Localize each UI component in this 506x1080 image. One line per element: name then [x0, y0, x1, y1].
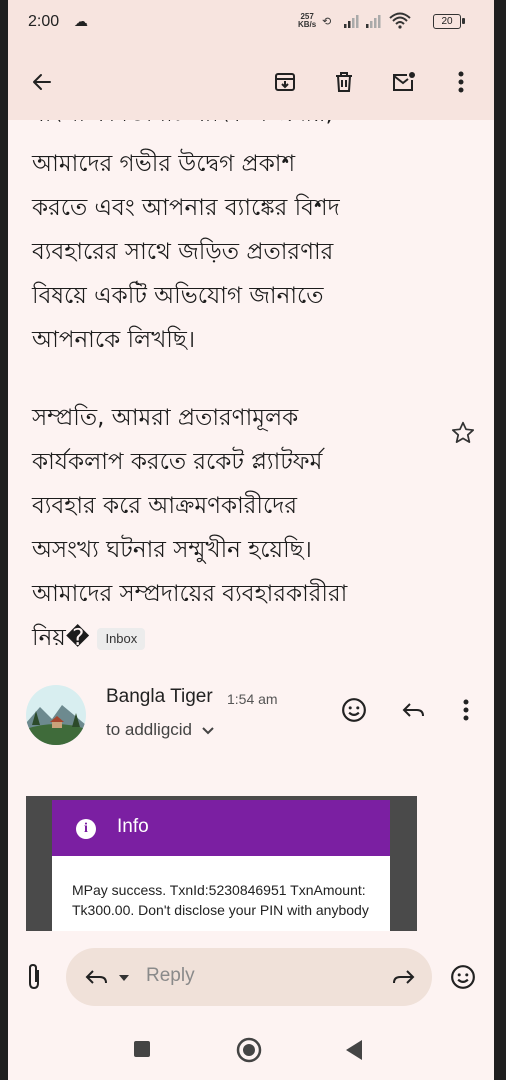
sender-name: Bangla Tiger: [106, 686, 213, 707]
text-line: অসংখ্য ঘটনার সম্মুখীন হয়েছি।: [32, 537, 312, 563]
text-line: করতে এবং আপনার ব্যাঙ্কের বিশদ: [32, 195, 340, 221]
recents-button[interactable]: [133, 1040, 151, 1062]
text-line: কার্যকলাপ করতে রকেট প্ল্যাটফর্ম: [32, 449, 323, 475]
text-line: সম্প্রতি, আমরা প্রতারণামূলক: [32, 405, 299, 431]
more-options-button[interactable]: [439, 60, 483, 104]
email-body: বাংলা কমিউনিটি ব্যাংক সম্প্রদায়, আমাদের…: [8, 120, 494, 690]
delete-icon: [336, 72, 352, 92]
text-line: ব্যবহারের সাথে জড়িত প্রতারণার: [32, 239, 334, 265]
more-vert-icon: [463, 699, 469, 721]
email-toolbar: [8, 46, 494, 120]
signal-wifi-icons: ⟲: [322, 12, 411, 29]
home-button[interactable]: [236, 1037, 262, 1067]
back-nav-button[interactable]: [344, 1039, 364, 1065]
chevron-down-icon: [202, 726, 214, 734]
info-header-label: Info: [117, 816, 149, 837]
phone-screen: 2:00 ☁ 257 KB/s ⟲ 20 আমাদের গভীর উদ্বেগ …: [8, 0, 494, 1080]
clipped-text-line: বাংলা কমিউনিটি ব্যাংক সম্প্রদায়,: [32, 120, 333, 136]
cloud-icon: ☁: [74, 13, 88, 29]
attach-button[interactable]: [22, 962, 46, 996]
reply-arrow-icon: [85, 970, 107, 984]
text-line: ব্যবহার করে আক্রমণকারীদের: [32, 493, 297, 519]
delete-button[interactable]: [322, 60, 366, 104]
status-time: 2:00: [28, 13, 60, 30]
reply-arrow-icon: [402, 703, 424, 717]
triangle-back-icon: [346, 1040, 362, 1060]
embedded-image[interactable]: i Info MPay success. TxnId:5230846951 Tx…: [26, 796, 417, 931]
reply-input[interactable]: Reply: [66, 948, 432, 1006]
network-rate: 257 KB/s: [298, 13, 316, 29]
svg-text:⟲: ⟲: [322, 15, 331, 28]
caret-down-icon[interactable]: [118, 974, 130, 982]
attachment-icon: [29, 963, 39, 990]
recipient-details-toggle[interactable]: to addligcid: [106, 720, 215, 740]
reply-bar: Reply: [8, 932, 494, 1018]
mark-unread-button[interactable]: [382, 60, 426, 104]
info-icon: i: [76, 819, 96, 839]
star-icon: [451, 421, 475, 443]
info-card: i Info MPay success. TxnId:5230846951 Tx…: [52, 800, 390, 931]
square-icon: [134, 1041, 150, 1057]
status-icons: ⟲: [322, 10, 427, 37]
network-rate-unit: KB/s: [298, 20, 317, 29]
system-nav-bar: [8, 1018, 494, 1080]
paragraph-2: সম্প্রতি, আমরা প্রতারণামূলক কার্যকলাপ কর…: [32, 396, 452, 660]
archive-button[interactable]: [263, 60, 307, 104]
recipient-text: to addligcid: [106, 720, 193, 739]
battery-indicator: 20: [433, 14, 465, 29]
status-bar: 2:00 ☁ 257 KB/s ⟲ 20: [8, 0, 494, 46]
text-line: আমাদের সম্প্রদায়ের ব্যবহারকারীরা: [32, 581, 348, 607]
back-button[interactable]: [20, 60, 64, 104]
info-message: MPay success. TxnId:5230846951 TxnAmount…: [72, 882, 369, 918]
last-line: নিয়� Inbox: [32, 616, 452, 660]
star-button[interactable]: [450, 420, 476, 450]
sender-avatar[interactable]: [26, 685, 86, 745]
text-line: বিষয়ে একটি অভিযোগ জানাতে: [32, 283, 324, 309]
avatar-image: [26, 685, 86, 745]
archive-icon: [275, 73, 295, 91]
message-more-button[interactable]: [448, 692, 484, 728]
emoji-icon: [342, 698, 366, 722]
more-vert-icon: [458, 71, 464, 93]
reply-emoji-button[interactable]: [450, 964, 476, 994]
inbox-label-chip[interactable]: Inbox: [97, 627, 146, 650]
paragraph-1: আমাদের গভীর উদ্বেগ প্রকাশ করতে এবং আপনার…: [32, 142, 452, 362]
circle-icon: [236, 1037, 262, 1063]
reply-button[interactable]: [396, 692, 432, 728]
react-emoji-button[interactable]: [336, 692, 372, 728]
reply-label: Reply: [146, 965, 195, 986]
mark-unread-icon: [393, 72, 415, 91]
text-line: আমাদের গভীর উদ্বেগ প্রকাশ: [32, 151, 296, 177]
emoji-icon: [451, 965, 475, 989]
forward-arrow-icon[interactable]: [390, 965, 416, 989]
info-card-header: i Info: [52, 800, 390, 856]
truncated-text: নিয়�: [32, 625, 90, 651]
back-arrow-icon: [33, 74, 51, 90]
text-line: আপনাকে লিখছি।: [32, 327, 196, 353]
message-time: 1:54 am: [227, 691, 278, 707]
